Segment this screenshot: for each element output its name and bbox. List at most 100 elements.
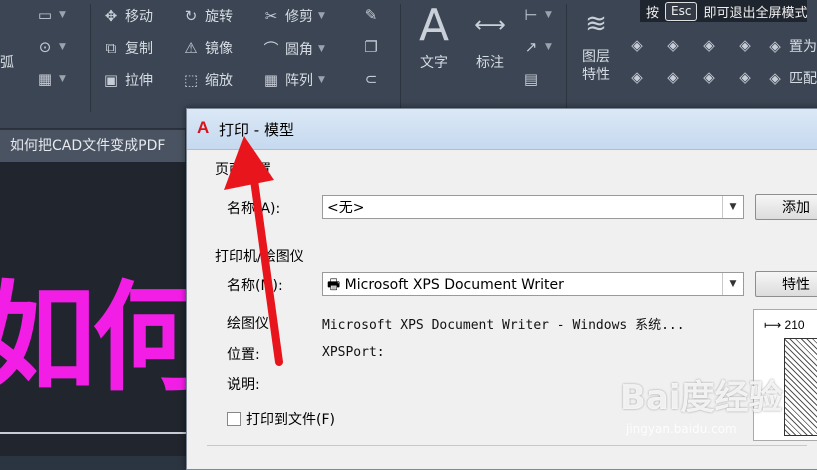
dimension-icon: ⟷ [474, 13, 506, 38]
match-layer-label: 匹配 [789, 71, 817, 87]
linear-dim-tool[interactable]: ⊢ ▼ [522, 6, 552, 24]
printer-name-select[interactable]: 🖶 Microsoft XPS Document Writer ▼ [322, 272, 744, 296]
chevron-down-icon: ▼ [59, 74, 66, 84]
join-icon: ⊂ [364, 70, 378, 88]
ribbon-dimension-button[interactable]: ⟷ 标注 [466, 0, 514, 72]
set-current-button[interactable]: ◈ 置为 [766, 36, 817, 56]
location-label: 位置: [227, 347, 260, 363]
print-to-file-checkbox[interactable]: 打印到文件(F) [227, 409, 335, 429]
leader-tool[interactable]: ↗ ▼ [522, 38, 552, 56]
layer-icon: ◈ [703, 68, 715, 86]
table-tool[interactable]: ▤ [522, 70, 540, 88]
rectangle-icon: ▭ [37, 6, 53, 24]
copy-icon: ⧉ [105, 39, 117, 57]
ribbon-array-button[interactable]: ▦ 阵列 ▼ [262, 70, 325, 90]
dialog-title: 打印 - 模型 [219, 121, 294, 139]
ribbon-properties-label: 特性 [582, 67, 610, 83]
ribbon-rotate-label: 旋转 [205, 9, 233, 25]
pen-tool[interactable]: ✎ [362, 6, 380, 24]
ribbon-dimension-label: 标注 [476, 55, 504, 71]
join-tool[interactable]: ⊂ [362, 70, 380, 88]
printer-properties-button[interactable]: 特性 [755, 271, 817, 297]
layer-tool-4[interactable]: ◈ [736, 36, 754, 54]
dialog-separator [207, 445, 807, 446]
ribbon-trim-label: 修剪 [285, 9, 313, 25]
ribbon-arc-label: 弧 [0, 55, 14, 71]
set-current-label: 置为 [789, 39, 817, 55]
page-setup-name-select[interactable]: <无> ▼ [322, 195, 744, 219]
layer-icon: ◈ [769, 69, 781, 87]
ribbon-fillet-label: 圆角 [285, 41, 313, 58]
ribbon-separator [400, 4, 401, 112]
chevron-down-icon: ▼ [545, 10, 552, 20]
page-setup-name-value: <无> [327, 200, 365, 216]
canvas-line [0, 432, 190, 434]
match-layer-button[interactable]: ◈ 匹配 [766, 68, 817, 88]
ribbon-layer-properties-button[interactable]: ≋ 图层 特性 [574, 0, 618, 84]
scale-icon: ⬚ [183, 71, 199, 89]
layer-tool-1[interactable]: ◈ [628, 36, 646, 54]
ribbon-scale-button[interactable]: ⬚ 缩放 [182, 70, 233, 90]
ribbon-trim-button[interactable]: ✂ 修剪 ▼ [262, 6, 325, 26]
layer-tool-5[interactable]: ◈ [628, 68, 646, 86]
ribbon-copy-label: 复制 [125, 41, 153, 57]
ribbon-text-button[interactable]: A 文字 [412, 0, 456, 72]
baidu-watermark: Bai度经验 [620, 378, 783, 418]
baidu-watermark-url: jingyan.baidu.com [626, 422, 737, 436]
layer-tool-7[interactable]: ◈ [700, 68, 718, 86]
ribbon-arc-partial[interactable]: 弧 [0, 52, 14, 72]
ribbon-copy-button[interactable]: ⧉ 复制 [102, 38, 153, 58]
ribbon-layer-label: 图层 [582, 49, 610, 65]
ribbon-move-label: 移动 [125, 9, 153, 25]
layer-tool-3[interactable]: ◈ [700, 36, 718, 54]
document-tab[interactable]: 如何把CAD文件变成PDF [0, 130, 185, 162]
hatch-icon: ▦ [37, 70, 53, 88]
layer-icon: ◈ [703, 36, 715, 54]
layer-tool-8[interactable]: ◈ [736, 68, 754, 86]
layer-icon: ◈ [769, 37, 781, 55]
ribbon-rotate-button[interactable]: ↻ 旋转 [182, 6, 233, 26]
hatch-tool[interactable]: ▦ ▼ [36, 70, 66, 88]
circle-tool[interactable]: ⊙ ▼ [36, 38, 66, 56]
add-page-setup-button[interactable]: 添加 [755, 194, 817, 220]
chevron-down-icon: ▼ [318, 43, 325, 54]
chevron-down-icon: ▼ [545, 42, 552, 52]
chevron-down-icon: ▼ [318, 11, 325, 21]
preview-page [784, 338, 817, 436]
dialog-titlebar[interactable]: A 打印 - 模型 [187, 109, 817, 150]
fillet-icon: ⌒ [263, 40, 279, 58]
print-to-file-label: 打印到文件(F) [246, 412, 335, 428]
ribbon-mirror-button[interactable]: ⚠ 镜像 [182, 38, 233, 58]
layer-icon: ◈ [631, 36, 643, 54]
plotter-label: 绘图仪: [227, 316, 274, 332]
ribbon-stretch-label: 拉伸 [125, 73, 153, 89]
ribbon-stretch-button[interactable]: ▣ 拉伸 [102, 70, 153, 90]
drawing-canvas[interactable]: 如何把 [0, 162, 190, 456]
ribbon-mirror-label: 镜像 [205, 41, 233, 57]
printer-name-value: Microsoft XPS Document Writer [344, 277, 564, 293]
esc-hint-prefix: 按 [646, 5, 660, 21]
page-setup-name-label: 名称(A): [227, 201, 281, 217]
linear-dim-icon: ⊢ [524, 6, 538, 24]
layer-icon: ◈ [739, 36, 751, 54]
ribbon-fillet-button[interactable]: ⌒ 圆角 ▼ [262, 38, 325, 59]
rectangle-tool[interactable]: ▭ ▼ [36, 6, 66, 24]
ribbon-move-button[interactable]: ✥ 移动 [102, 6, 153, 26]
text-tool-icon: A [418, 0, 450, 51]
autocad-logo-icon: A [197, 118, 210, 137]
chevron-down-icon: ▼ [318, 75, 325, 85]
ribbon-separator [566, 4, 567, 112]
move-icon: ✥ [104, 7, 118, 25]
layer-icon: ◈ [739, 68, 751, 86]
stretch-icon: ▣ [103, 71, 119, 89]
layer-icon: ◈ [631, 68, 643, 86]
esc-hint-suffix: 即可退出全屏模式 [703, 5, 808, 21]
layer-tool-6[interactable]: ◈ [664, 68, 682, 86]
printer-icon: 🖶 [327, 277, 341, 293]
leader-icon: ↗ [524, 38, 538, 56]
chevron-down-icon: ▼ [722, 273, 743, 295]
offset-tool[interactable]: ❐ [362, 38, 380, 56]
layer-tool-2[interactable]: ◈ [664, 36, 682, 54]
trim-icon: ✂ [264, 7, 278, 25]
table-icon: ▤ [523, 70, 539, 88]
